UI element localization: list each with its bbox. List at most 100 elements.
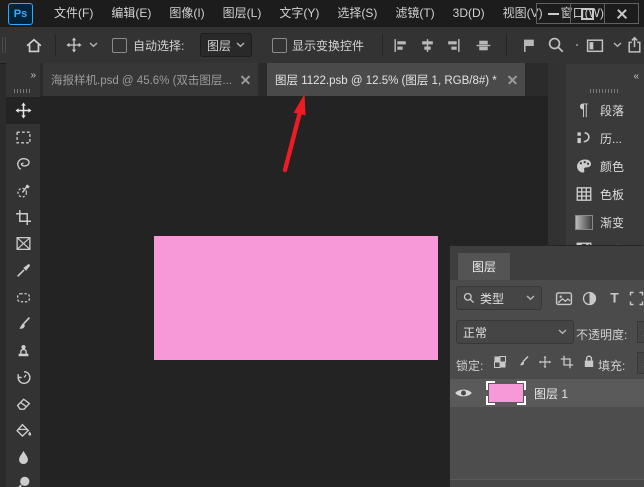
marquee-icon [15,129,32,146]
layer-visibility-toggle[interactable] [450,387,476,399]
menu-item-type[interactable]: 文字(Y) [270,0,328,27]
search-button[interactable] [547,27,565,63]
layer-filter-type-dropdown[interactable]: 类型 [456,286,542,310]
maximize-button[interactable] [570,4,604,23]
close-button[interactable] [604,4,638,23]
flag-button[interactable] [520,27,537,63]
options-bar: 自动选择: 图层 显示变换控件 [0,27,644,64]
tool-dodge[interactable] [6,471,40,487]
align-right-edges-button[interactable] [445,27,462,63]
tool-crop[interactable] [6,204,40,231]
align-left-edges-button[interactable] [392,27,409,63]
eyedropper-icon [15,262,32,279]
layers-panel-tab-strip: 图层 [450,246,644,280]
tool-quick-selection[interactable] [6,177,40,204]
menu-item-3d[interactable]: 3D(D) [444,0,494,27]
lock-all-button[interactable] [582,354,596,369]
document-tab-title: 图层 1122.psb @ 12.5% (图层 1, RGB/8#) * [275,72,501,88]
filter-type-layers-button[interactable]: T [606,289,623,306]
menu-items: 文件(F) 编辑(E) 图像(I) 图层(L) 文字(Y) 选择(S) 滤镜(T… [45,0,613,27]
tool-move[interactable] [6,97,40,124]
screen-mode-button[interactable] [586,27,622,63]
filter-adjustment-layers-button[interactable] [581,290,598,307]
menu-item-image[interactable]: 图像(I) [160,0,213,27]
clone-stamp-icon [15,342,32,359]
menu-item-edit[interactable]: 编辑(E) [102,0,160,27]
panel-shortcut-paragraph[interactable]: ¶ 段落 [566,96,644,124]
tool-brush[interactable] [6,311,40,338]
panel-shortcut-history[interactable]: 历... [566,124,644,152]
minimize-button[interactable] [537,4,570,23]
tool-blur[interactable] [6,444,40,471]
show-transform-checkbox[interactable] [272,27,287,63]
share-icon [626,36,643,54]
dock-collapse-button[interactable]: « [566,64,644,84]
fill-value-field[interactable]: 1 [637,352,644,374]
brush-icon [15,315,32,332]
dock-grip[interactable] [590,89,620,93]
photoshop-logo[interactable]: Ps [8,3,33,25]
close-tab-icon[interactable] [508,75,517,84]
tool-paint-bucket[interactable] [6,417,40,444]
share-button[interactable] [626,27,643,63]
layer-thumbnail[interactable] [486,381,526,405]
home-button[interactable] [25,27,43,63]
panel-shortcut-swatches[interactable]: 色板 [566,180,644,208]
panel-shortcut-gradient[interactable]: 渐变 [566,208,644,236]
lock-position-icon [538,355,552,369]
frame-icon [15,235,32,252]
document-tab-active[interactable]: 图层 1122.psb @ 12.5% (图层 1, RGB/8#) * [267,63,525,96]
separator [55,34,56,56]
fill-label: 填充: [598,357,625,374]
close-tab-icon[interactable] [241,75,250,84]
filter-type-value: 类型 [480,290,526,307]
canvas-pink-rectangle[interactable] [154,236,438,360]
align-horizontal-centers-button[interactable] [419,27,436,63]
toolbar-expand-button[interactable]: » [6,63,40,83]
tool-eyedropper[interactable] [6,257,40,284]
menu-item-select[interactable]: 选择(S) [328,0,386,27]
history-icon [575,129,593,147]
lock-position-button[interactable] [538,355,552,369]
lock-all-icon [582,354,596,369]
lock-artboard-nesting-button[interactable] [560,355,574,369]
menu-item-layer[interactable]: 图层(L) [214,0,271,27]
lock-transparent-pixels-button[interactable] [493,355,507,369]
panel-shortcut-color[interactable]: 颜色 [566,152,644,180]
layer-row[interactable]: 图层 1 [450,379,644,407]
auto-select-target-dropdown[interactable]: 图层 [200,27,252,63]
tool-rectangular-marquee[interactable] [6,124,40,151]
filter-pixel-layers-button[interactable] [555,290,573,307]
menu-item-filter[interactable]: 滤镜(T) [386,0,443,27]
tool-history-brush[interactable] [6,364,40,391]
layers-empty-area [450,407,644,479]
tool-eraser[interactable] [6,391,40,418]
distribute-centers-icon [475,37,492,54]
maximize-icon [581,8,594,20]
lock-artboard-icon [560,355,574,369]
filter-shape-layers-button[interactable] [628,290,644,307]
options-bar-grip[interactable] [2,27,6,63]
lock-image-pixels-button[interactable] [516,355,530,369]
align-left-edges-icon [392,37,409,54]
blend-mode-dropdown[interactable]: 正常 [456,320,574,344]
tool-clone-stamp[interactable] [6,337,40,364]
opacity-value-field[interactable]: 1 [637,321,644,343]
distribute-centers-button[interactable] [475,27,492,63]
type-layer-filter-icon: T [606,289,623,306]
auto-select-checkbox[interactable] [112,27,127,63]
tool-frame[interactable] [6,230,40,257]
move-tool-option-button[interactable] [66,27,98,63]
eye-icon [454,387,473,399]
toolbar-grip[interactable] [14,89,32,93]
dodge-icon [15,475,32,487]
tool-lasso[interactable] [6,150,40,177]
history-brush-icon [15,369,32,386]
tab-layers[interactable]: 图层 [458,253,510,280]
search-icon [547,36,565,54]
layer-name[interactable]: 图层 1 [534,385,568,402]
document-tab-inactive[interactable]: 海报样机.psd @ 45.6% (双击图层... [43,63,258,96]
close-icon [616,8,628,20]
menu-item-file[interactable]: 文件(F) [45,0,102,27]
tool-healing-patch[interactable] [6,284,40,311]
